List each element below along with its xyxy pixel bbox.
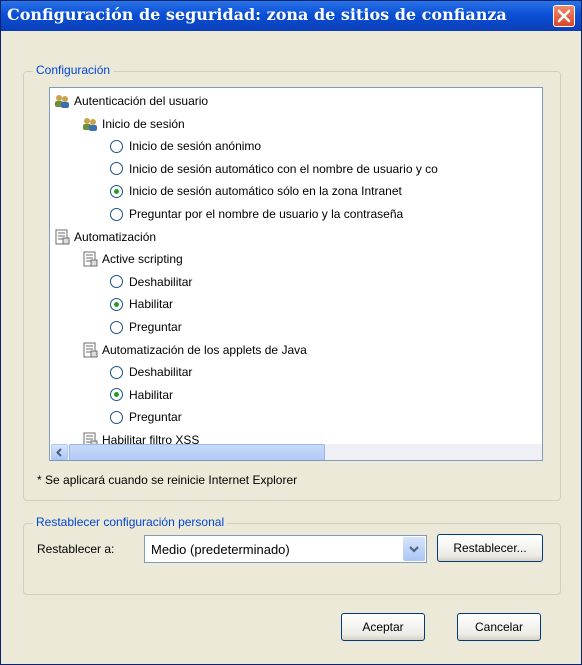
- tree-item-label: Deshabilitar: [129, 274, 193, 289]
- tree-item-label: Deshabilitar: [129, 365, 193, 380]
- scroll-left-button[interactable]: [51, 444, 68, 460]
- settings-group-legend: Configuración: [33, 63, 114, 77]
- reset-level-value: Medio (predeterminado): [151, 542, 290, 557]
- tree-category: Automatización: [54, 226, 156, 248]
- radio-button[interactable]: [110, 365, 123, 379]
- radio-button-selected[interactable]: [110, 297, 123, 311]
- radio-button-selected[interactable]: [110, 184, 123, 198]
- tree-category: Autenticación del usuario: [54, 90, 208, 112]
- radio-option[interactable]: Habilitar: [110, 384, 173, 406]
- tree-item-label: Preguntar: [129, 410, 182, 425]
- close-icon: [557, 9, 571, 23]
- reset-level-select[interactable]: Medio (predeterminado): [144, 535, 427, 563]
- script-icon: [82, 251, 98, 267]
- reset-group-legend: Restablecer configuración personal: [33, 515, 228, 529]
- tree-item-label: Automatización de los applets de Java: [102, 342, 307, 357]
- radio-button[interactable]: [110, 275, 123, 289]
- tree-item-label: Inicio de sesión automático sólo en la z…: [129, 184, 402, 199]
- radio-button[interactable]: [110, 162, 123, 176]
- tree-item-label: Automatización: [74, 229, 157, 244]
- radio-button[interactable]: [110, 139, 123, 153]
- security-settings-dialog: Configuración de seguridad: zona de siti…: [0, 0, 582, 665]
- radio-option[interactable]: Inicio de sesión automático con el nombr…: [110, 158, 438, 180]
- tree-category: Active scripting: [82, 248, 183, 270]
- tree-item-label: Inicio de sesión: [102, 116, 185, 131]
- radio-option[interactable]: Preguntar por el nombre de usuario y la …: [110, 203, 403, 225]
- tree-item-label: Preguntar por el nombre de usuario y la …: [129, 207, 404, 221]
- radio-option[interactable]: Preguntar: [110, 406, 182, 428]
- dropdown-button[interactable]: [403, 537, 425, 561]
- radio-option[interactable]: Deshabilitar: [110, 271, 192, 293]
- tree-category: Automatización de los applets de Java: [82, 339, 307, 361]
- tree-item-label: Inicio de sesión automático con el nombr…: [129, 161, 438, 176]
- tree-item-label: Autenticación del usuario: [74, 94, 209, 108]
- tree-item-label: Preguntar: [129, 320, 182, 334]
- radio-button-selected[interactable]: [110, 388, 123, 402]
- window-title: Configuración de seguridad: zona de siti…: [7, 5, 507, 24]
- tree-item-label: Habilitar: [129, 297, 174, 312]
- chevron-left-icon: [56, 448, 62, 457]
- reset-button[interactable]: Restablecer...: [437, 534, 543, 562]
- radio-option[interactable]: Deshabilitar: [110, 361, 192, 383]
- radio-button[interactable]: [110, 320, 123, 334]
- users-icon: [54, 93, 70, 109]
- horizontal-scroll-thumb[interactable]: [69, 444, 325, 460]
- chevron-down-icon: [409, 546, 419, 553]
- title-bar[interactable]: Configuración de seguridad: zona de siti…: [1, 1, 581, 31]
- radio-option[interactable]: Inicio de sesión automático sólo en la z…: [110, 180, 402, 202]
- tree-item-label: Active scripting: [102, 252, 183, 267]
- reset-to-label: Restablecer a:: [37, 542, 115, 556]
- radio-button[interactable]: [110, 410, 123, 424]
- tree-item-label: Inicio de sesión anónimo: [129, 139, 262, 154]
- script-icon: [82, 342, 98, 358]
- ok-button[interactable]: Aceptar: [341, 613, 425, 641]
- close-button[interactable]: [553, 5, 575, 27]
- settings-tree: Autenticación del usuario Inicio de sesió…: [49, 87, 543, 461]
- horizontal-scrollbar[interactable]: [51, 444, 542, 460]
- radio-option[interactable]: Inicio de sesión anónimo: [110, 135, 261, 157]
- tree-item-label: Habilitar: [129, 387, 174, 402]
- radio-button[interactable]: [110, 207, 123, 221]
- cancel-button[interactable]: Cancelar: [457, 613, 541, 641]
- tree-category: Inicio de sesión: [82, 113, 185, 135]
- radio-option[interactable]: Preguntar: [110, 316, 182, 338]
- radio-option[interactable]: Habilitar: [110, 293, 173, 315]
- users-icon: [82, 116, 98, 132]
- restart-note: * Se aplicará cuando se reinicie Interne…: [37, 473, 298, 487]
- script-icon: [54, 229, 70, 245]
